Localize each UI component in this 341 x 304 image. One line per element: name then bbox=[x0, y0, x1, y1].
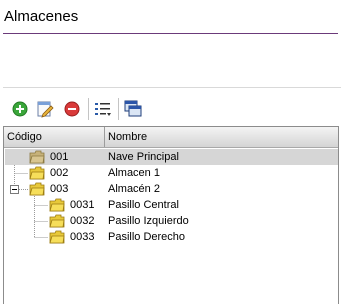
delete-icon[interactable] bbox=[63, 100, 81, 118]
toolbar bbox=[3, 87, 341, 126]
toolbar-separator bbox=[118, 98, 119, 120]
column-header-codigo[interactable]: Código bbox=[4, 127, 105, 147]
list-options-icon[interactable] bbox=[94, 100, 112, 118]
tree-row-001[interactable]: 001 Nave Principal bbox=[5, 149, 338, 165]
grid-header: Código Nombre bbox=[4, 127, 338, 148]
row-code: 0031 bbox=[70, 199, 95, 211]
row-name: Almacén 2 bbox=[108, 183, 160, 195]
column-header-nombre[interactable]: Nombre bbox=[105, 127, 338, 147]
row-code: 0032 bbox=[70, 215, 95, 227]
title-divider bbox=[3, 33, 338, 34]
folder-open-icon bbox=[29, 182, 45, 196]
toolbar-separator bbox=[88, 98, 89, 120]
folder-icon bbox=[49, 230, 65, 244]
tree-row-0032[interactable]: 0032 Pasillo Izquierdo bbox=[5, 213, 338, 229]
almacenes-tree-grid[interactable]: Código Nombre 001 Nave Principal 002 Alm… bbox=[3, 126, 339, 304]
row-name: Pasillo Central bbox=[108, 199, 179, 211]
edit-icon[interactable] bbox=[36, 100, 54, 118]
row-code: 0033 bbox=[70, 231, 95, 243]
tree-row-002[interactable]: 002 Almacen 1 bbox=[5, 165, 338, 181]
almacenes-page: Almacenes Código Nombre 001 Nave Princip… bbox=[0, 0, 341, 304]
tree-row-003[interactable]: 003 Almacén 2 bbox=[5, 181, 338, 197]
row-name: Almacen 1 bbox=[108, 167, 160, 179]
folder-icon bbox=[29, 166, 45, 180]
row-name: Pasillo Derecho bbox=[108, 231, 186, 243]
row-code: 001 bbox=[50, 151, 69, 163]
page-title: Almacenes bbox=[4, 8, 79, 25]
folder-icon bbox=[49, 198, 65, 212]
add-icon[interactable] bbox=[11, 100, 29, 118]
folder-icon bbox=[29, 150, 45, 164]
row-code: 003 bbox=[50, 183, 69, 195]
row-name: Pasillo Izquierdo bbox=[108, 215, 189, 227]
tree-row-0031[interactable]: 0031 Pasillo Central bbox=[5, 197, 338, 213]
tree-row-0033[interactable]: 0033 Pasillo Derecho bbox=[5, 229, 338, 245]
folder-icon bbox=[49, 214, 65, 228]
windows-icon[interactable] bbox=[124, 100, 142, 118]
row-code: 002 bbox=[50, 167, 69, 179]
row-name: Nave Principal bbox=[108, 151, 179, 163]
